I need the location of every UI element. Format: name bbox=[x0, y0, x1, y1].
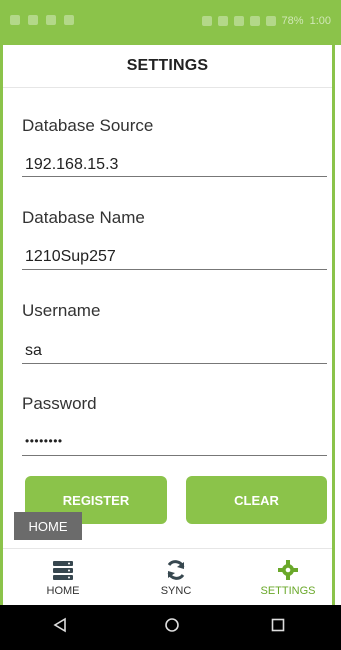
cast-icon bbox=[46, 15, 56, 25]
vibrate-icon bbox=[201, 16, 212, 26]
nav-settings-label: SETTINGS bbox=[260, 585, 316, 597]
status-bar: 78% 1:00 bbox=[0, 0, 341, 45]
bluetooth-icon bbox=[217, 16, 228, 26]
back-button[interactable] bbox=[40, 605, 80, 650]
nav-home[interactable]: HOME bbox=[8, 549, 118, 606]
username-input[interactable]: sa bbox=[25, 342, 42, 360]
database-name-underline bbox=[22, 269, 327, 270]
clear-button[interactable]: CLEAR bbox=[186, 476, 327, 524]
battery-percent: 78% bbox=[281, 15, 304, 27]
back-icon bbox=[52, 617, 68, 638]
nav-settings[interactable]: SETTINGS bbox=[233, 549, 341, 606]
nav-sync-label: SYNC bbox=[160, 585, 192, 597]
clock: 1:00 bbox=[309, 15, 331, 27]
clear-button-label: CLEAR bbox=[234, 492, 279, 508]
username-label: Username bbox=[22, 301, 101, 320]
nav-sync[interactable]: SYNC bbox=[121, 549, 231, 606]
database-source-underline bbox=[22, 176, 327, 177]
password-underline bbox=[22, 455, 327, 456]
home-circle-icon bbox=[164, 617, 180, 638]
password-input[interactable]: •••••••• bbox=[25, 434, 63, 448]
register-button-label: REGISTER bbox=[62, 492, 130, 508]
database-source-label: Database Source bbox=[22, 116, 154, 135]
wifi-icon bbox=[233, 16, 244, 26]
notification-icon bbox=[10, 15, 20, 25]
nav-home-label: HOME bbox=[46, 585, 80, 597]
status-left-icons bbox=[10, 15, 74, 25]
android-nav-bar bbox=[0, 605, 341, 650]
app-header: SETTINGS bbox=[3, 45, 332, 88]
battery-icon bbox=[265, 16, 276, 26]
message-icon bbox=[28, 15, 38, 25]
recents-icon bbox=[270, 617, 286, 638]
server-icon bbox=[52, 559, 74, 586]
password-label: Password bbox=[22, 394, 97, 413]
username-underline bbox=[22, 363, 327, 364]
home-button[interactable] bbox=[152, 605, 192, 650]
page-title: SETTINGS bbox=[126, 57, 209, 74]
database-name-label: Database Name bbox=[22, 208, 145, 227]
recents-button[interactable] bbox=[258, 605, 298, 650]
database-source-input[interactable]: 192.168.15.3 bbox=[25, 156, 118, 174]
bottom-nav: HOME SYNC SETTINGS bbox=[3, 548, 332, 606]
gear-icon bbox=[277, 559, 299, 586]
database-name-input[interactable]: 1210Sup257 bbox=[25, 248, 116, 266]
signal-icon bbox=[249, 16, 260, 26]
sync-icon bbox=[165, 559, 187, 586]
status-right-icons: 78% 1:00 bbox=[201, 15, 331, 27]
toast-message: HOME bbox=[14, 512, 82, 540]
toast-text: HOME bbox=[28, 518, 68, 534]
usb-icon bbox=[64, 15, 74, 25]
